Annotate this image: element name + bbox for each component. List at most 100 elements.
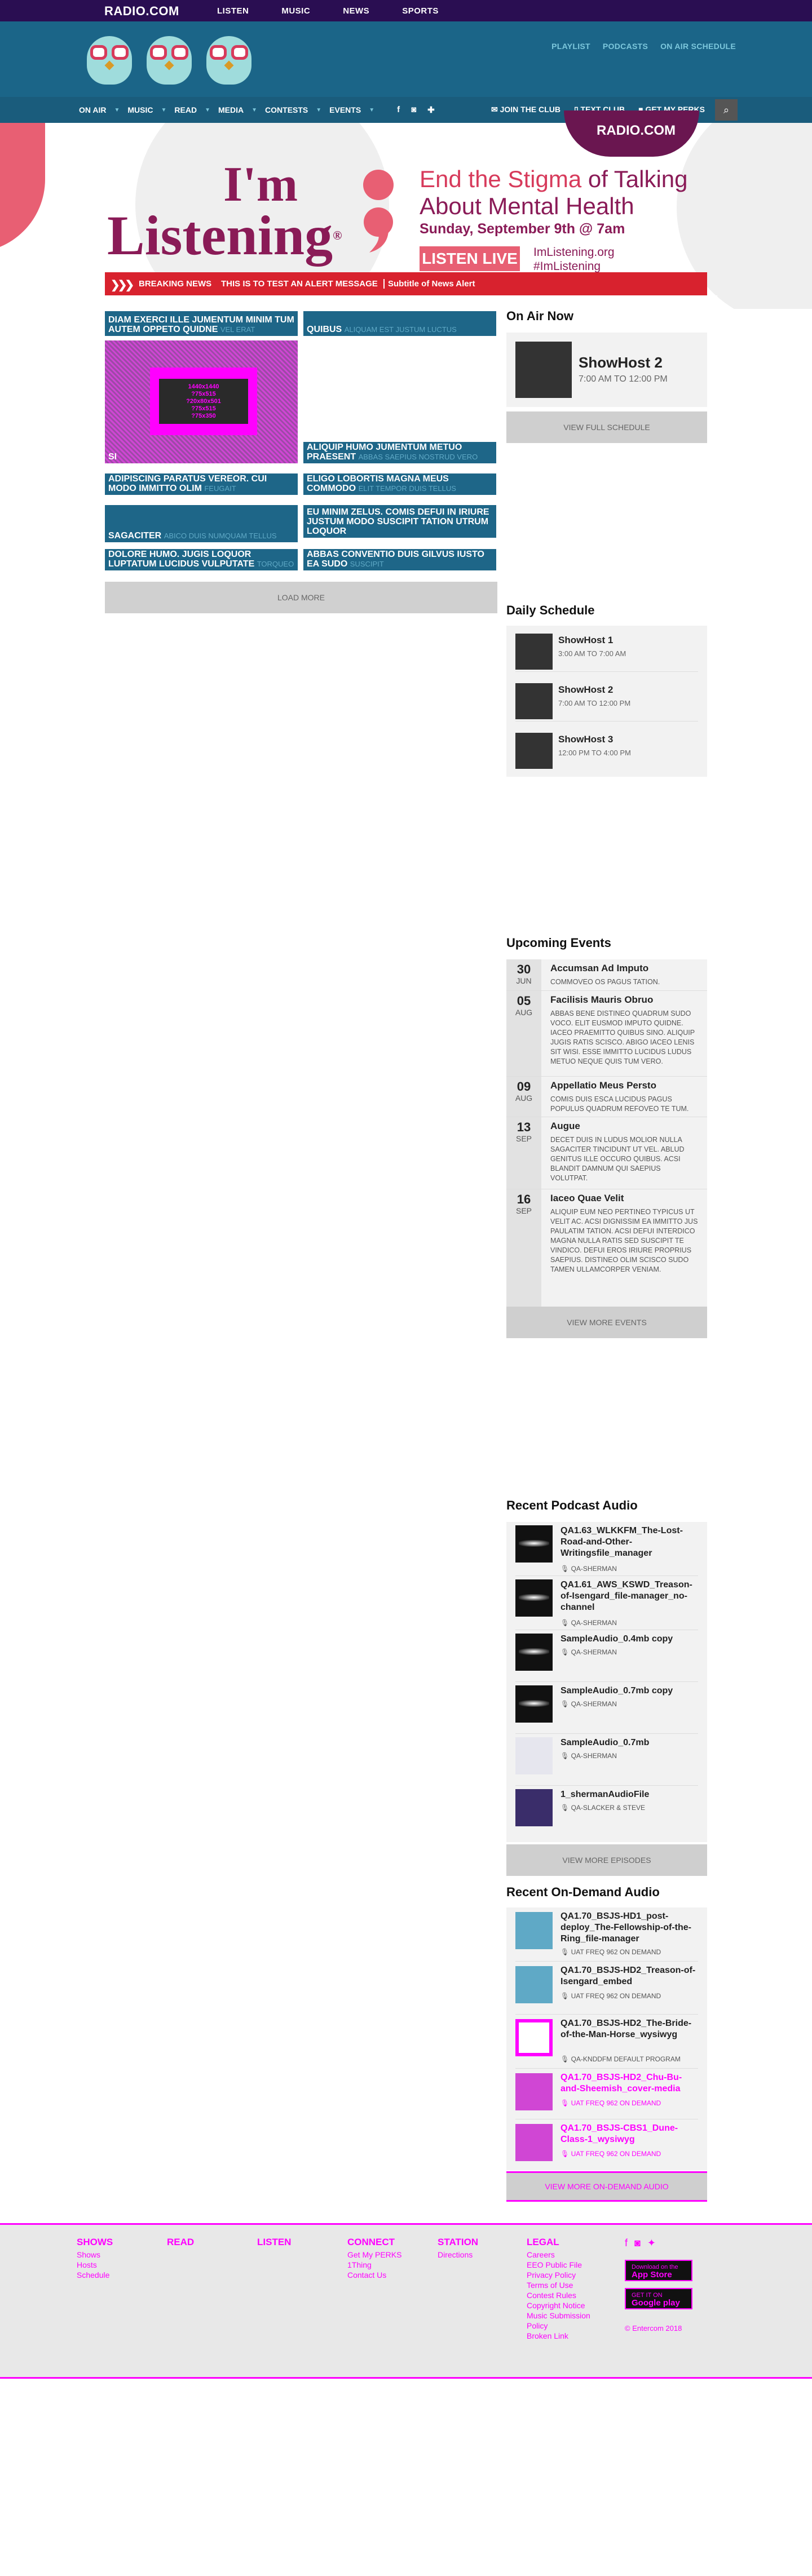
podcast-author: 🎙 QA-SHERMAN <box>561 1565 617 1573</box>
copyright: © Entercom 2018 <box>625 2324 682 2332</box>
footer-link[interactable]: 1Thing <box>347 2260 401 2270</box>
twitter-icon[interactable]: ✦ <box>647 2237 656 2249</box>
listen-live-button[interactable]: LISTEN LIVE <box>420 246 520 271</box>
article-card[interactable]: ELIGO LOBORTIS MAGNA MEUS COMMODO ELIT T… <box>303 473 496 495</box>
event-item[interactable]: 09 AUG Appellatio Meus Persto Comis duis … <box>506 1077 707 1117</box>
footer-link[interactable]: Get My PERKS <box>347 2250 401 2260</box>
header-links: PLAYLIST PODCASTS ON AIR SCHEDULE <box>551 42 736 51</box>
podcast-thumbnail <box>515 1579 553 1617</box>
breaking-news-bar[interactable]: ❯❯❯ BREAKING NEWS THIS IS TO TEST AN ALE… <box>105 272 707 295</box>
on-demand-item[interactable]: QA1.70_BSJS-HD2_Treason-of-Isengard_embe… <box>515 1962 698 2015</box>
footer-link[interactable]: Contact Us <box>347 2270 401 2280</box>
schedule-item[interactable]: ShowHost 2 7:00 AM TO 12:00 PM <box>515 681 698 722</box>
event-month: SEP <box>515 1134 532 1143</box>
event-month: JUN <box>516 976 532 985</box>
top-bar: RADIO.COM LISTEN MUSIC NEWS SPORTS <box>0 0 812 21</box>
podcast-item[interactable]: SampleAudio_0.7mb copy 🎙 QA-SHERMAN <box>515 1682 698 1734</box>
nav-on-air[interactable]: ON AIR <box>79 105 106 114</box>
footer-heading: SHOWS <box>77 2237 113 2247</box>
station-logo-owls[interactable] <box>83 32 255 86</box>
instagram-icon[interactable]: ◙ <box>411 105 416 115</box>
nav-media[interactable]: MEDIA <box>218 105 244 114</box>
im-listening-banner[interactable]: I'm Listening® End the Stigma of Talking… <box>105 152 707 273</box>
podcast-item[interactable]: QA1.63_WLKKFM_The-Lost-Road-and-Other-Wr… <box>515 1522 698 1576</box>
chevron-down-icon: ▼ <box>114 107 120 113</box>
on-demand-item[interactable]: QA1.70_BSJS-HD1_post-deploy_The-Fellowsh… <box>515 1907 698 1962</box>
event-item[interactable]: 05 AUG Facilisis Mauris Obruo Abbas bene … <box>506 991 707 1077</box>
event-title: Iaceo Quae Velit <box>550 1193 624 1203</box>
banner-hashtag: #ImListening <box>533 260 601 273</box>
owl-icon <box>203 32 255 86</box>
radio-com-logo[interactable]: RADIO.COM <box>104 4 179 19</box>
article-card[interactable]: ABBAS CONVENTIO DUIS GILVUS IUSTO EA SUD… <box>303 549 496 570</box>
footer-heading[interactable]: LISTEN <box>257 2237 291 2247</box>
footer-link[interactable]: Schedule <box>77 2270 113 2280</box>
article-card[interactable]: ADIPISCING PARATUS VEREOR. CUI MODO IMMI… <box>105 473 298 495</box>
footer-link[interactable]: Hosts <box>77 2260 113 2270</box>
event-item[interactable]: 16 SEP Iaceo Quae Velit Aliquip eum neo p… <box>506 1189 707 1309</box>
article-card[interactable]: SAGACITER ABICO DUIS NUMQUAM TELLUS <box>105 505 298 542</box>
footer-link[interactable]: Privacy Policy <box>527 2270 600 2280</box>
on-demand-item[interactable]: QA1.70_BSJS-HD2_The-Bride-of-the-Man-Hor… <box>515 2015 698 2069</box>
article-card[interactable]: EU MINIM ZELUS. COMIS DEFUI IN IRIURE JU… <box>303 505 496 538</box>
footer-heading[interactable]: READ <box>167 2237 194 2247</box>
on-demand-item[interactable]: QA1.70_BSJS-HD2_Chu-Bu-and-Sheemish_cove… <box>515 2069 698 2119</box>
on-air-schedule-link[interactable]: ON AIR SCHEDULE <box>660 42 736 51</box>
footer-link[interactable]: Contest Rules <box>527 2290 600 2300</box>
article-card[interactable]: ALIQUIP HUMO JUMENTUM METUO PRAESENT ABB… <box>303 442 496 463</box>
nav-sports[interactable]: SPORTS <box>402 6 439 16</box>
banner-listening: Listening® <box>107 204 342 267</box>
footer-link[interactable]: Shows <box>77 2250 113 2260</box>
footer-link[interactable]: Terms of Use <box>527 2280 600 2290</box>
plus-icon[interactable]: ✚ <box>427 105 435 115</box>
nav-news[interactable]: NEWS <box>343 6 369 16</box>
playlist-link[interactable]: PLAYLIST <box>551 42 590 51</box>
nav-read[interactable]: READ <box>174 105 197 114</box>
view-more-events-button[interactable]: VIEW MORE EVENTS <box>506 1307 707 1338</box>
app-store-button[interactable]: Download on the App Store <box>625 2260 692 2281</box>
facebook-icon[interactable]: f <box>625 2237 628 2249</box>
footer-link[interactable]: Directions <box>438 2250 478 2260</box>
footer-link[interactable]: Careers <box>527 2250 600 2260</box>
podcasts-link[interactable]: PODCASTS <box>603 42 648 51</box>
event-item[interactable]: 30 JUN Accumsan Ad Imputo Commoveo os pag… <box>506 959 707 991</box>
article-card[interactable]: DOLORE HUMO. JUGIS LOQUOR LUPTATUM LUCID… <box>105 549 298 570</box>
footer-link[interactable]: Music Submission Policy <box>527 2311 600 2331</box>
instagram-icon[interactable]: ◙ <box>634 2237 641 2249</box>
chevron-down-icon: ▼ <box>205 107 210 113</box>
view-more-episodes-button[interactable]: VIEW MORE EPISODES <box>506 1844 707 1876</box>
google-play-button[interactable]: GET IT ON Google play <box>625 2288 692 2309</box>
footer-link[interactable]: EEO Public File <box>527 2260 600 2270</box>
owl-icon <box>83 32 135 86</box>
podcast-item[interactable]: SampleAudio_0.7mb 🎙 QA-SHERMAN <box>515 1734 698 1786</box>
podcast-item[interactable]: 1_shermanAudioFile 🎙 QA-SLACKER & STEVE <box>515 1786 698 1838</box>
podcast-item[interactable]: QA1.61_AWS_KSWD_Treason-of-Isengard_file… <box>515 1576 698 1630</box>
schedule-item[interactable]: ShowHost 3 12:00 PM TO 4:00 PM <box>515 731 698 771</box>
article-card[interactable]: DIAM EXERCI ILLE JUMENTUM MINIM TUM AUTE… <box>105 311 298 336</box>
nav-contests[interactable]: CONTESTS <box>265 105 308 114</box>
chevron-down-icon: ▼ <box>161 107 167 113</box>
on-demand-author: 🎙 QA-KNDDFM DEFAULT PROGRAM <box>561 2055 681 2063</box>
join-the-club-link[interactable]: ✉ JOIN THE CLUB <box>491 105 561 114</box>
event-item[interactable]: 13 SEP Augue Decet duis in ludus molior n… <box>506 1117 707 1189</box>
nav-events[interactable]: EVENTS <box>329 105 361 114</box>
podcast-item[interactable]: SampleAudio_0.4mb copy 🎙 QA-SHERMAN <box>515 1630 698 1682</box>
search-icon[interactable]: ⌕ <box>715 99 738 121</box>
load-more-button[interactable]: LOAD MORE <box>105 582 497 613</box>
on-demand-item[interactable]: QA1.70_BSJS-CBS1_Dune-Class-1_wysiwyg 🎙 … <box>515 2119 698 2170</box>
nav-music[interactable]: MUSIC <box>127 105 153 114</box>
view-more-on-demand-button[interactable]: VIEW MORE ON-DEMAND AUDIO <box>506 2171 707 2202</box>
on-demand-name: QA1.70_BSJS-CBS1_Dune-Class-1_wysiwyg <box>561 2123 678 2144</box>
nav-music[interactable]: MUSIC <box>281 6 310 16</box>
article-card[interactable]: QUIBUS ALIQUAM EST JUSTUM LUCTUS <box>303 311 496 336</box>
on-air-card[interactable]: ShowHost 2 7:00 AM TO 12:00 PM <box>506 333 707 407</box>
comma-icon <box>363 170 394 253</box>
article-card-featured[interactable]: 1440x1440 ?75x515 ?20x80x501 ?75x515 ?75x350… <box>105 340 298 463</box>
footer-link[interactable]: Copyright Notice <box>527 2300 600 2311</box>
footer-link[interactable]: Broken Link <box>527 2331 600 2341</box>
recent-podcast-title: Recent Podcast Audio <box>506 1498 638 1512</box>
nav-listen[interactable]: LISTEN <box>217 6 249 16</box>
schedule-item[interactable]: ShowHost 1 3:00 AM TO 7:00 AM <box>515 631 698 672</box>
view-full-schedule-button[interactable]: VIEW FULL SCHEDULE <box>506 411 707 443</box>
facebook-icon[interactable]: f <box>397 105 400 115</box>
